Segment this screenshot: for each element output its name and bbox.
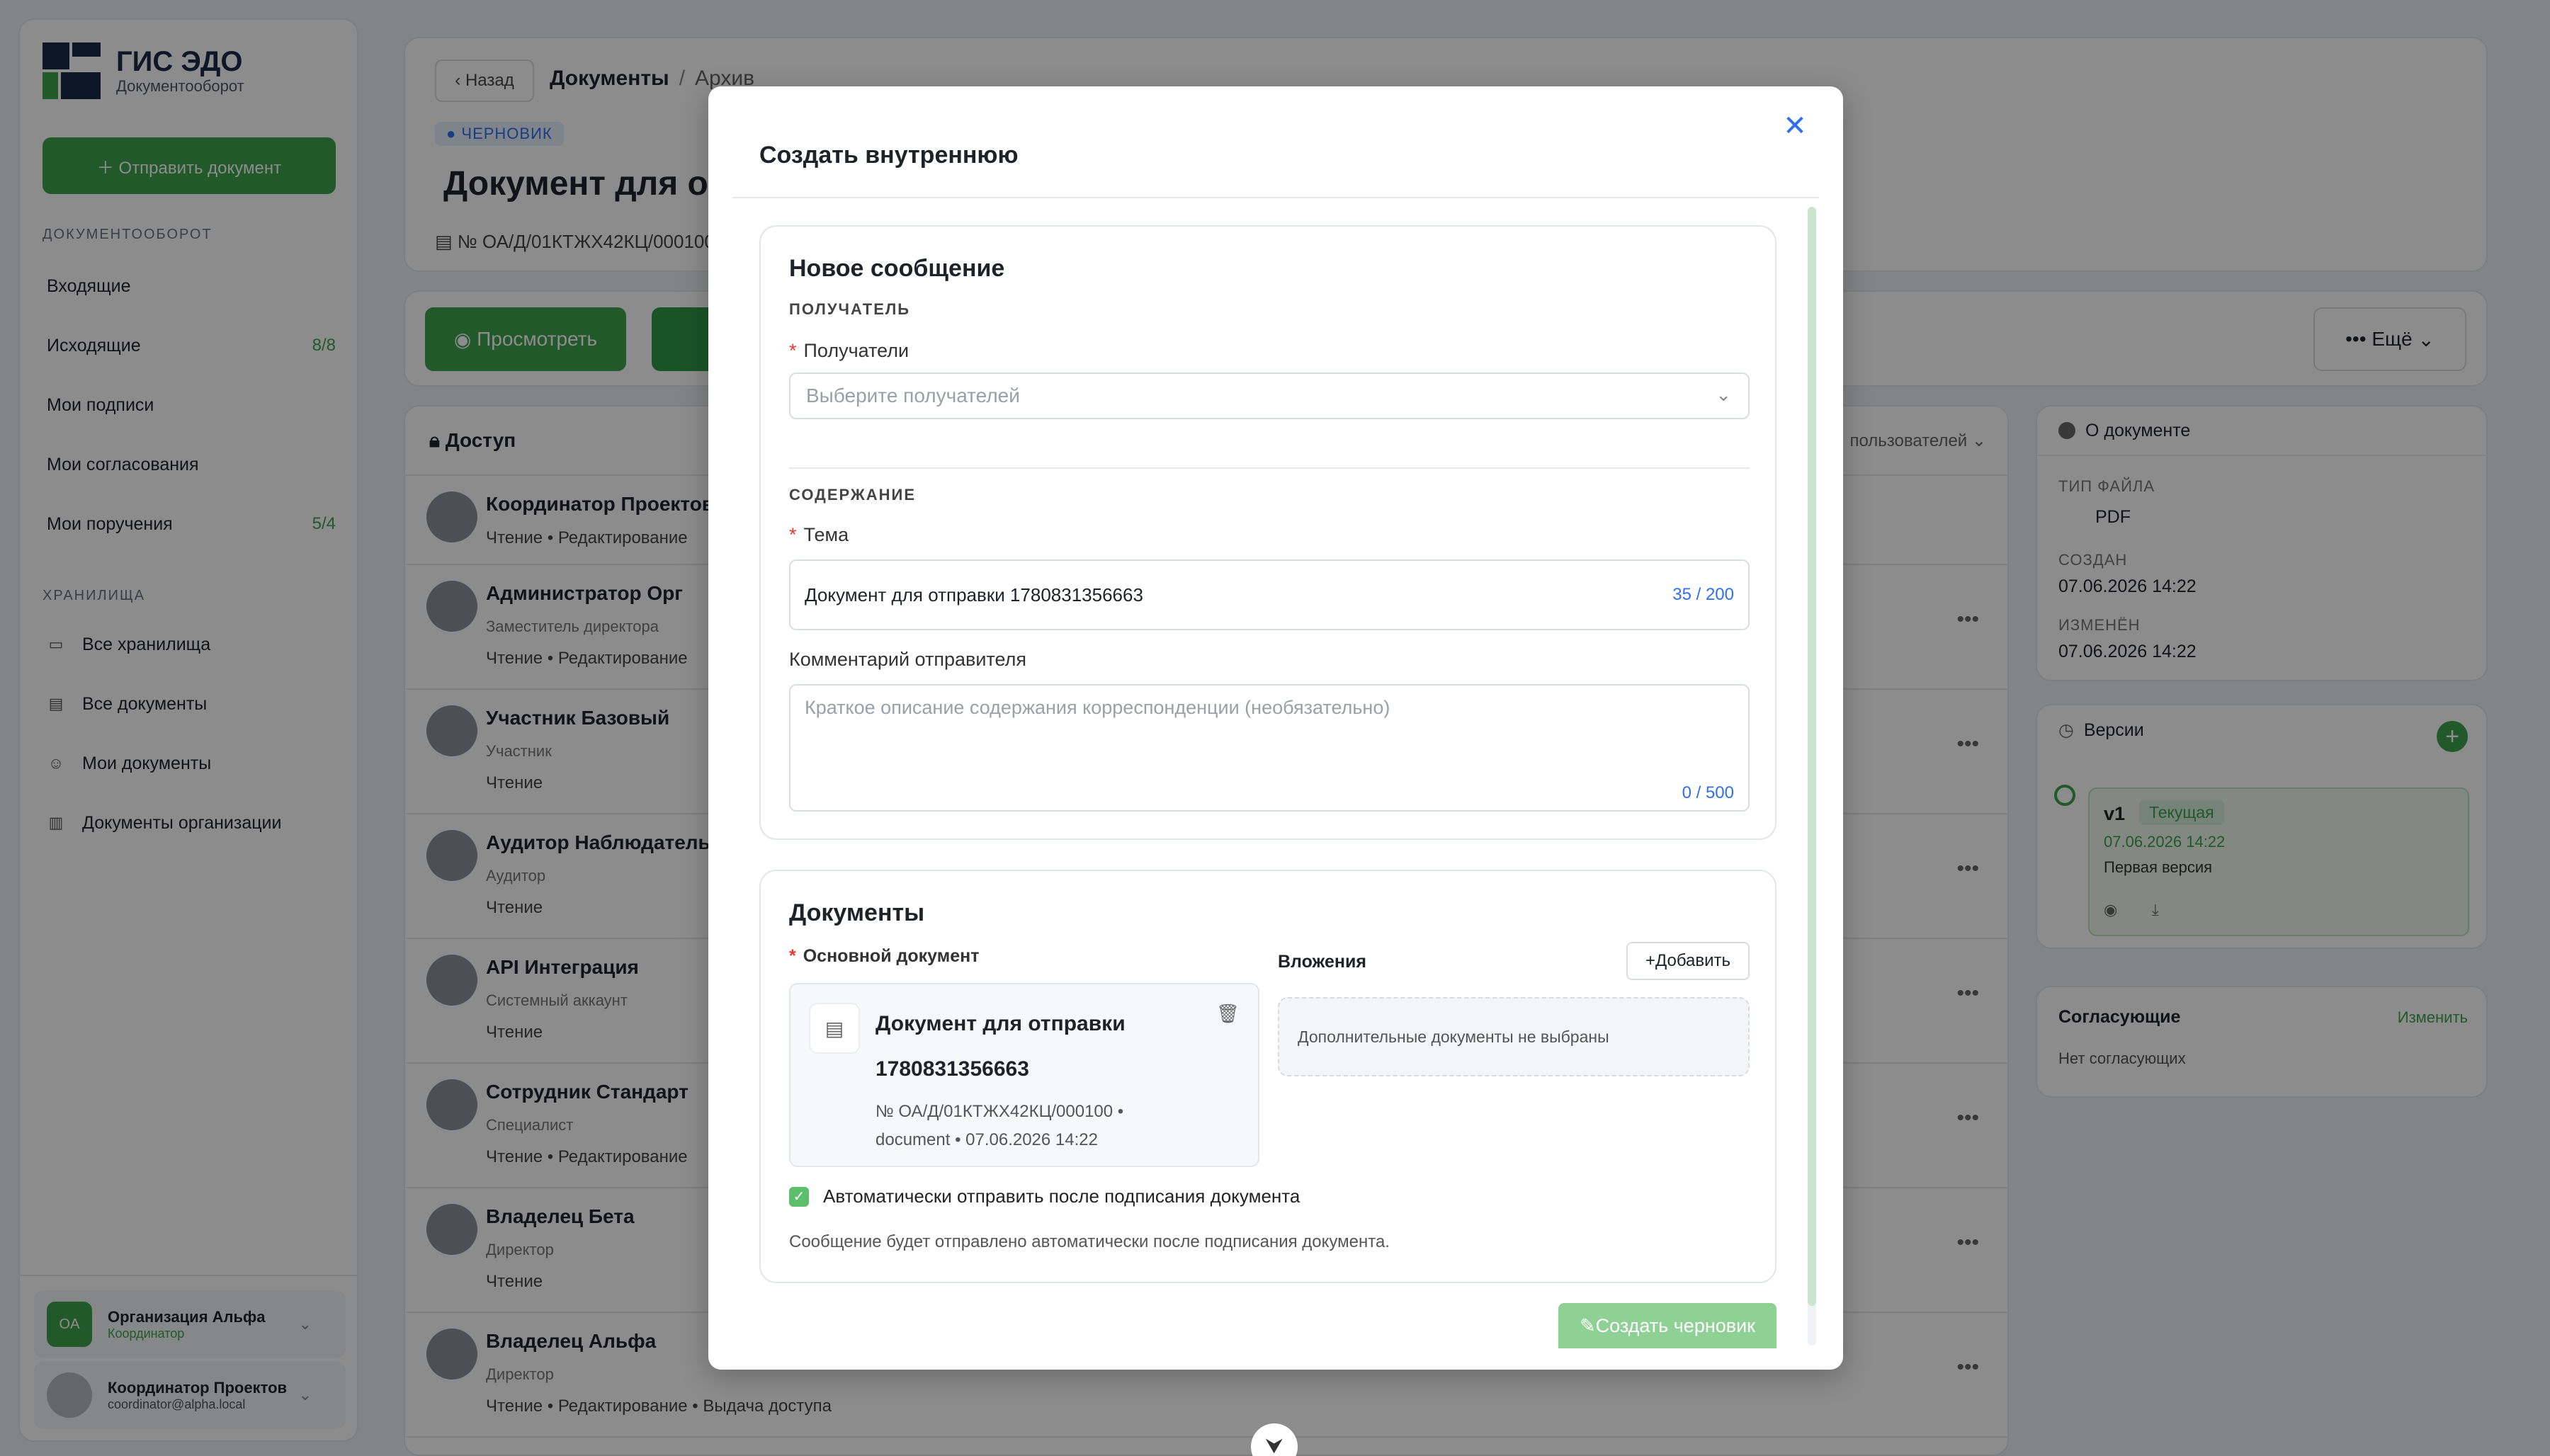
create-draft-button[interactable]: ✎ Создать черновик bbox=[1558, 1303, 1776, 1348]
comment-textarea[interactable]: Краткое описание содержания корреспонден… bbox=[789, 684, 1750, 812]
attachments-empty: Дополнительные документы не выбраны bbox=[1278, 997, 1750, 1076]
close-icon[interactable]: ✕ bbox=[1774, 105, 1816, 147]
comment-counter: 0 / 500 bbox=[1682, 783, 1734, 802]
trash-icon[interactable]: 🗑︎ bbox=[1216, 1003, 1240, 1025]
auto-send-checkbox[interactable]: ✓ bbox=[789, 1186, 809, 1207]
chevron-down-icon: ⌄ bbox=[1716, 384, 1731, 405]
scrollbar[interactable] bbox=[1808, 207, 1816, 1346]
document-icon: ▤ bbox=[809, 1003, 860, 1054]
auto-send-note: Сообщение будет отправлено автоматически… bbox=[789, 1232, 1390, 1251]
main-document-card: ▤ Документ для отправки 1780831356663 № О… bbox=[789, 983, 1259, 1167]
subject-input[interactable]: Документ для отправки 1780831356663 35 /… bbox=[789, 559, 1750, 630]
recipients-select[interactable]: Выберите получателей ⌄ bbox=[789, 372, 1750, 419]
modal-title: Создать внутреннюю bbox=[759, 142, 1019, 169]
pencil-icon: ✎ bbox=[1580, 1314, 1596, 1336]
documents-panel: Документы * Основной документ ▤ Документ … bbox=[759, 870, 1776, 1283]
auto-send-checkbox-row[interactable]: ✓ Автоматически отправить после подписан… bbox=[789, 1185, 1300, 1207]
add-attachment-button[interactable]: +Добавить bbox=[1626, 942, 1750, 980]
message-panel: Новое сообщение ПОЛУЧАТЕЛЬ * Получатели В… bbox=[759, 225, 1776, 840]
subject-counter: 35 / 200 bbox=[1672, 585, 1734, 604]
create-internal-modal: Создать внутреннюю ✕ Новое сообщение ПОЛ… bbox=[708, 86, 1843, 1370]
attachments-label: Вложения bbox=[1278, 952, 1366, 972]
